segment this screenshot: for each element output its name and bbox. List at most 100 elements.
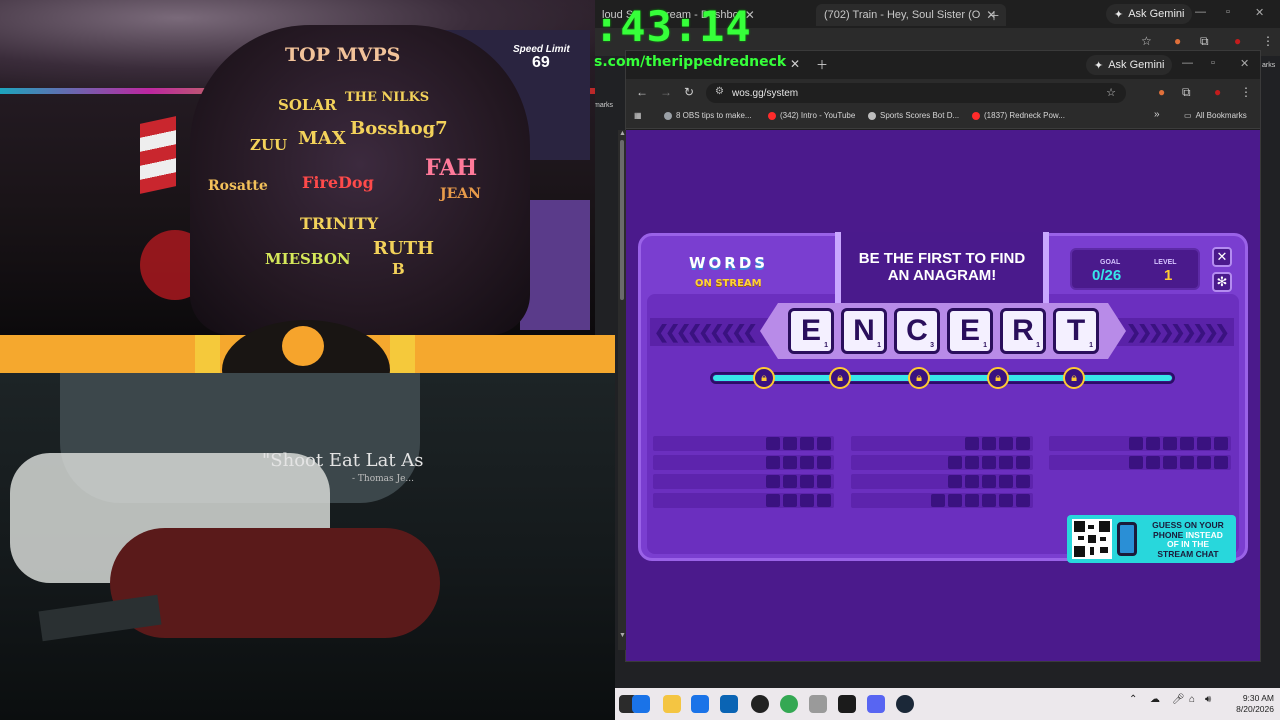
address-bar[interactable]: ⚙ wos.gg/system ☆ bbox=[706, 83, 1126, 103]
scroll-thumb[interactable] bbox=[620, 140, 624, 300]
edge-icon[interactable] bbox=[632, 695, 650, 713]
scroll-down-icon[interactable]: ▼ bbox=[619, 632, 626, 639]
forward-icon[interactable]: → bbox=[660, 85, 672, 99]
gear-icon[interactable]: ✻ bbox=[1212, 272, 1232, 292]
folder-icon: ▭ bbox=[1184, 111, 1192, 120]
letter-slot bbox=[931, 494, 945, 507]
puzzle-icon[interactable]: ⧉ bbox=[1200, 34, 1209, 49]
chevron-up-icon[interactable]: ⌃ bbox=[1129, 694, 1137, 705]
qr-card[interactable]: GUESS ON YOUR PHONE INSTEAD OF IN THE ST… bbox=[1067, 515, 1236, 563]
close-icon[interactable]: ✕ bbox=[790, 57, 800, 71]
chair-header: TOP MVPS bbox=[285, 44, 401, 66]
letter-slot bbox=[1016, 475, 1030, 488]
extension-icon[interactable]: ● bbox=[1158, 85, 1165, 99]
steam-icon[interactable] bbox=[896, 695, 914, 713]
letter-slot bbox=[1197, 456, 1211, 469]
back-icon[interactable]: ← bbox=[636, 85, 648, 99]
file-explorer-icon[interactable] bbox=[663, 695, 681, 713]
chevron-right-icon[interactable]: » bbox=[1154, 109, 1160, 120]
outlook-icon[interactable] bbox=[720, 695, 738, 713]
tile-letter: E bbox=[959, 314, 980, 347]
avatar[interactable]: ● bbox=[1214, 85, 1221, 99]
letter-slot bbox=[1163, 437, 1177, 450]
avatar[interactable]: ● bbox=[1234, 34, 1241, 48]
maximize-icon[interactable]: ▫ bbox=[1226, 6, 1230, 18]
minimize-icon[interactable]: — bbox=[1182, 57, 1193, 69]
letter-slot bbox=[1146, 456, 1160, 469]
chair-name: MAX bbox=[298, 128, 346, 149]
volume-icon[interactable]: 🔊︎ bbox=[1205, 694, 1211, 705]
qr-line-4: STREAM CHAT bbox=[1157, 548, 1219, 559]
clock[interactable]: 9:30 AM 8/20/2026 bbox=[1222, 693, 1274, 715]
tile-letter: T bbox=[1066, 314, 1086, 347]
star-icon[interactable]: ☆ bbox=[1106, 86, 1116, 99]
terminal-icon[interactable] bbox=[838, 695, 856, 713]
maximize-icon[interactable]: ▫ bbox=[1211, 57, 1215, 69]
close-window-icon[interactable]: ✕ bbox=[1240, 57, 1249, 70]
app-icon[interactable] bbox=[809, 695, 827, 713]
store-icon[interactable] bbox=[691, 695, 709, 713]
sparkle-icon: ✦ bbox=[1114, 8, 1124, 21]
desk-item bbox=[38, 594, 162, 642]
banner-line-2: AN ANAGRAM! bbox=[887, 267, 997, 284]
bookmark-redneck[interactable]: (1837) Redneck Pow... bbox=[972, 111, 1065, 120]
site-info-icon[interactable]: ⚙ bbox=[715, 86, 724, 97]
extension-icon[interactable]: ● bbox=[1174, 34, 1181, 48]
letter-slot bbox=[1016, 456, 1030, 469]
chevrons-right-icon: ❯❯❯❯❯❯❯❯❯ bbox=[1126, 322, 1230, 342]
stats-box: GOAL 0/26 LEVEL 1 bbox=[1070, 248, 1200, 290]
all-bookmarks-label: All Bookmarks bbox=[1195, 111, 1247, 120]
close-icon[interactable]: ✕ bbox=[1212, 247, 1232, 267]
letter-slot bbox=[999, 456, 1013, 469]
all-bookmarks[interactable]: ▭ All Bookmarks bbox=[1184, 111, 1247, 120]
gemini-button[interactable]: ✦ Ask Gemini bbox=[1106, 4, 1193, 24]
bookmark-sports-scores[interactable]: Sports Scores Bot D... bbox=[868, 111, 959, 120]
letter-slot bbox=[982, 475, 996, 488]
chrome-icon[interactable] bbox=[780, 695, 798, 713]
tile-points: 1 bbox=[824, 342, 828, 349]
discord-icon[interactable] bbox=[867, 695, 885, 713]
banner-line-1: BE THE FIRST TO FIND bbox=[858, 250, 1026, 267]
cloud-icon[interactable]: ☁ bbox=[1150, 694, 1160, 705]
letter-slot bbox=[1016, 437, 1030, 450]
music-bar-accent bbox=[195, 335, 220, 373]
chair-name: ZUU bbox=[250, 136, 288, 154]
letter-slot bbox=[1129, 437, 1143, 450]
letter-slot bbox=[965, 494, 979, 507]
scroll-up-icon[interactable]: ▲ bbox=[619, 130, 626, 137]
bookmark-obs-tips[interactable]: 8 OBS tips to make... bbox=[664, 111, 752, 120]
tile-letter: N bbox=[853, 314, 875, 347]
level-value: 1 bbox=[1164, 267, 1173, 284]
microphone-icon[interactable]: 🎤︎ bbox=[1172, 694, 1185, 705]
menu-icon[interactable]: ⋮ bbox=[1262, 34, 1274, 48]
bg-tab-train[interactable]: (702) Train - Hey, Soul Sister (O ✕ bbox=[816, 4, 1006, 26]
chair-name: Rosatte bbox=[208, 178, 268, 194]
scrollbar[interactable]: ▲ ▼ bbox=[618, 130, 626, 650]
letter-slot bbox=[800, 494, 814, 507]
letter-slot bbox=[1214, 456, 1228, 469]
obs-icon[interactable] bbox=[751, 695, 769, 713]
url-text: wos.gg/system bbox=[732, 87, 799, 99]
letter-tile: C3 bbox=[894, 308, 940, 354]
letter-slot bbox=[817, 456, 831, 469]
new-tab-button[interactable]: ＋ bbox=[980, 4, 1000, 26]
menu-icon[interactable]: ⋮ bbox=[1240, 85, 1252, 99]
qr-text: GUESS ON YOUR PHONE INSTEAD OF IN THE ST… bbox=[1143, 520, 1233, 559]
chair-name: THE NILKS bbox=[345, 90, 430, 105]
star-icon[interactable]: ☆ bbox=[1141, 34, 1152, 48]
bookmark-favicon-icon bbox=[664, 111, 672, 120]
close-window-icon[interactable]: ✕ bbox=[1255, 6, 1264, 19]
bookmark-youtube-intro[interactable]: (342) Intro - YouTube bbox=[768, 111, 855, 120]
letter-slot bbox=[965, 437, 979, 450]
letter-slot bbox=[965, 475, 979, 488]
letter-slot bbox=[982, 437, 996, 450]
network-icon[interactable]: ⌂ bbox=[1189, 694, 1195, 705]
letter-slot bbox=[1214, 437, 1228, 450]
apps-icon[interactable]: ▦ bbox=[634, 111, 642, 120]
gemini-button[interactable]: ✦ Ask Gemini bbox=[1086, 55, 1173, 75]
minimize-icon[interactable]: — bbox=[1195, 6, 1206, 18]
reload-icon[interactable]: ↻ bbox=[684, 85, 694, 99]
plus-icon[interactable]: ＋ bbox=[816, 56, 828, 73]
letter-slot bbox=[766, 475, 780, 488]
puzzle-icon[interactable]: ⧉ bbox=[1182, 85, 1191, 100]
